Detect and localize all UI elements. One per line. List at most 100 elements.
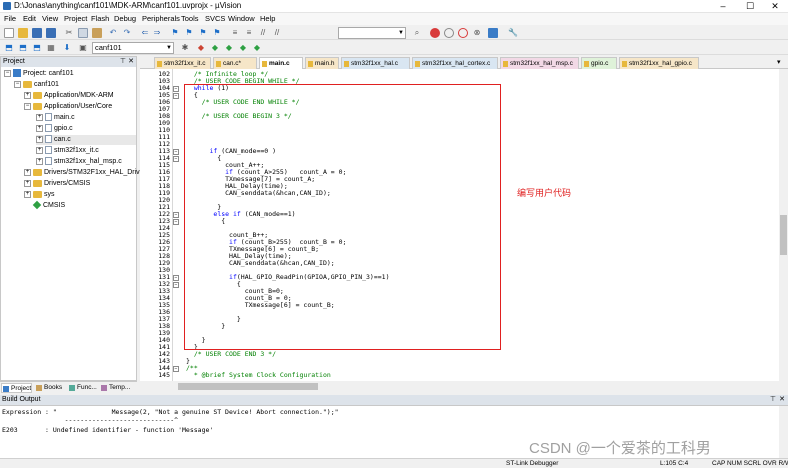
tree-node-file[interactable]: + stm32f1xx_it.c <box>36 146 99 156</box>
tab-main-c[interactable]: main.c <box>259 57 303 69</box>
open-folder-icon[interactable] <box>18 28 28 38</box>
menu-window[interactable]: Window <box>228 14 255 23</box>
tree-node-file[interactable]: + can.c <box>36 135 136 145</box>
copy-icon[interactable] <box>78 28 88 38</box>
save-all-icon[interactable] <box>46 28 56 38</box>
minimize-button[interactable]: – <box>712 0 734 13</box>
tab-stm32f1xx-hal-cortex[interactable]: stm32f1xx_hal_cortex.c <box>412 57 498 69</box>
close-panel-icon[interactable]: ✕ <box>128 57 134 67</box>
code-line[interactable]: * @brief System Clock Configuration <box>186 372 331 379</box>
tree-node-group[interactable]: + Drivers/CMSIS <box>24 179 90 189</box>
fold-toggle-icon[interactable]: − <box>173 92 179 99</box>
fold-toggle-icon[interactable]: − <box>173 211 179 218</box>
tab-gpio-c[interactable]: gpio.c <box>581 57 617 69</box>
menu-tools[interactable]: Tools <box>181 14 199 23</box>
find-in-files-icon[interactable]: ⌕ <box>412 28 422 38</box>
bookmark-icon[interactable]: ⚑ <box>170 28 180 38</box>
pack-installer-icon[interactable]: ◆ <box>224 43 234 53</box>
fold-toggle-icon[interactable]: − <box>173 148 179 155</box>
tree-node-file[interactable]: + stm32f1xx_hal_msp.c <box>36 157 122 167</box>
disable-breakpoint-icon[interactable] <box>444 28 454 38</box>
clear-bookmarks-icon[interactable]: ⚑ <box>212 28 222 38</box>
breakpoint-icon[interactable] <box>430 28 440 38</box>
tree-node-file[interactable]: + main.c <box>36 113 75 123</box>
menu-flash[interactable]: Flash <box>91 14 109 23</box>
build-output-scrollbar[interactable] <box>779 406 788 459</box>
comment-icon[interactable]: // <box>258 28 268 38</box>
target-options-icon[interactable]: ✱ <box>180 43 190 53</box>
tab-stm32f1xx-it[interactable]: stm32f1xx_it.c <box>154 57 211 69</box>
collapse-icon[interactable]: − <box>4 69 11 77</box>
pin-icon[interactable]: ⊤ <box>120 57 126 67</box>
batch-build-icon[interactable]: ▦ <box>46 43 56 53</box>
kill-breakpoints-icon[interactable]: ⊗ <box>472 28 482 38</box>
pin-icon[interactable]: ⊤ <box>770 395 776 405</box>
editor-vertical-scrollbar[interactable] <box>779 69 788 381</box>
collapse-icon[interactable]: − <box>24 102 31 110</box>
expand-icon[interactable]: + <box>24 179 31 187</box>
new-file-icon[interactable] <box>4 28 14 38</box>
code-line[interactable]: /* USER CODE END 3 */ <box>186 351 276 358</box>
translate-icon[interactable]: ⬒ <box>4 43 14 53</box>
scroll-thumb[interactable] <box>780 215 787 255</box>
close-button[interactable]: ✕ <box>764 0 786 13</box>
fold-toggle-icon[interactable]: − <box>173 281 179 288</box>
tab-list-icon[interactable]: ▾ <box>777 58 781 66</box>
download-icon[interactable]: ⬇ <box>62 43 72 53</box>
fold-toggle-icon[interactable]: − <box>173 155 179 162</box>
tree-node-target[interactable]: − canf101 <box>14 80 59 90</box>
tab-stm32f1xx-hal-gpio[interactable]: stm32f1xx_hal_gpio.c <box>619 57 699 69</box>
close-panel-icon[interactable]: ✕ <box>779 395 785 405</box>
scroll-thumb[interactable] <box>178 383 318 390</box>
find-combo[interactable]: ▼ <box>338 27 406 39</box>
editor-horizontal-scrollbar[interactable] <box>140 381 788 393</box>
menu-file[interactable]: File <box>4 14 16 23</box>
tab-books[interactable]: Books <box>35 383 62 393</box>
menu-help[interactable]: Help <box>260 14 275 23</box>
fold-toggle-icon[interactable]: − <box>173 218 179 225</box>
expand-icon[interactable]: + <box>36 146 43 154</box>
nav-forward-icon[interactable]: ⇒ <box>152 28 162 38</box>
tab-templates[interactable]: Temp... <box>100 383 130 393</box>
tree-node-component[interactable]: CMSIS <box>32 200 65 211</box>
rebuild-icon[interactable]: ⬒ <box>32 43 42 53</box>
expand-icon[interactable]: + <box>24 168 31 176</box>
tree-node-project[interactable]: − Project: canf101 <box>4 69 74 79</box>
redo-icon[interactable]: ↷ <box>122 28 132 38</box>
select-packs-icon[interactable]: ◆ <box>210 43 220 53</box>
next-bookmark-icon[interactable]: ⚑ <box>198 28 208 38</box>
uncomment-icon[interactable]: // <box>272 28 282 38</box>
menu-edit[interactable]: Edit <box>23 14 36 23</box>
menu-debug[interactable]: Debug <box>114 14 136 23</box>
menu-peripherals[interactable]: Peripherals <box>142 14 180 23</box>
manage-components-icon[interactable]: ◆ <box>196 43 206 53</box>
expand-icon[interactable]: + <box>36 157 43 165</box>
window-layout-icon[interactable] <box>488 28 498 38</box>
collapse-icon[interactable]: − <box>14 80 21 88</box>
menu-project[interactable]: Project <box>64 14 87 23</box>
tree-node-group[interactable]: + Drivers/STM32F1xx_HAL_Driver <box>24 168 146 178</box>
expand-icon[interactable]: + <box>24 190 31 198</box>
run-environment-icon[interactable]: ◆ <box>238 43 248 53</box>
build-icon[interactable]: ⬒ <box>18 43 28 53</box>
configure-icon[interactable]: 🔧 <box>508 28 518 38</box>
indent-icon[interactable]: ≡ <box>230 28 240 38</box>
expand-icon[interactable]: + <box>36 113 43 121</box>
expand-icon[interactable]: + <box>24 91 31 99</box>
save-icon[interactable] <box>32 28 42 38</box>
paste-icon[interactable] <box>92 28 102 38</box>
prev-bookmark-icon[interactable]: ⚑ <box>184 28 194 38</box>
maximize-button[interactable]: ☐ <box>739 0 761 13</box>
nav-back-icon[interactable]: ⇐ <box>140 28 150 38</box>
tab-can-c[interactable]: can.c* <box>213 57 257 69</box>
tab-stm32f1xx-hal[interactable]: stm32f1xx_hal.c <box>341 57 410 69</box>
tab-main-h[interactable]: main.h <box>305 57 339 69</box>
menu-svcs[interactable]: SVCS <box>205 14 225 23</box>
fold-toggle-icon[interactable]: − <box>173 85 179 92</box>
menu-view[interactable]: View <box>42 14 58 23</box>
expand-icon[interactable]: + <box>36 124 43 132</box>
tab-project[interactable]: Project <box>1 383 33 393</box>
expand-icon[interactable]: + <box>36 135 43 143</box>
cube-mx-icon[interactable]: ◆ <box>252 43 262 53</box>
cut-icon[interactable]: ✂ <box>64 28 74 38</box>
